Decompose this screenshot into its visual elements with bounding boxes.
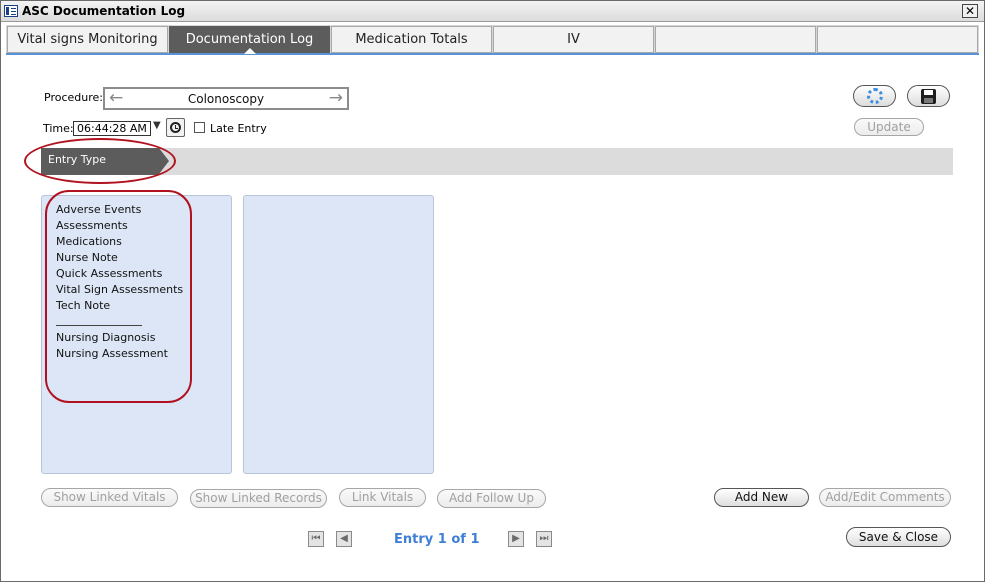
title-bar: ASC Documentation Log ✕ (1, 1, 984, 22)
list-divider (56, 314, 183, 330)
arrow-right-icon[interactable]: → (329, 90, 343, 107)
last-entry-button[interactable]: ⏭ (536, 531, 552, 547)
list-item-tech-note[interactable]: Tech Note (56, 298, 183, 314)
procedure-selector: ← Colonoscopy → (103, 87, 349, 110)
tab-vital-signs-monitoring[interactable]: Vital signs Monitoring (7, 26, 168, 53)
show-linked-vitals-button[interactable]: Show Linked Vitals (41, 488, 178, 507)
link-vitals-button[interactable]: Link Vitals (339, 488, 426, 507)
tab-medication-totals[interactable]: Medication Totals (331, 26, 492, 53)
first-entry-button[interactable]: ⏮ (308, 531, 324, 547)
app-icon (4, 5, 18, 17)
show-linked-records-button[interactable]: Show Linked Records (190, 489, 327, 508)
entry-type-list-panel: Adverse Events Assessments Medications N… (41, 195, 232, 474)
list-item-nurse-note[interactable]: Nurse Note (56, 250, 183, 266)
add-new-button[interactable]: Add New (714, 488, 809, 507)
tab-iv[interactable]: IV (493, 26, 654, 53)
late-entry-checkbox[interactable] (194, 122, 205, 133)
first-page-icon: ⏮ (311, 533, 321, 544)
spinner-icon (867, 88, 883, 104)
late-entry-label: Late Entry (210, 122, 267, 135)
next-entry-button[interactable]: ▶ (508, 531, 524, 547)
clock-button[interactable] (166, 118, 185, 137)
chevron-down-icon[interactable]: ▼ (153, 120, 161, 131)
procedure-value: Colonoscopy (187, 92, 265, 106)
entry-type-list: Adverse Events Assessments Medications N… (56, 202, 183, 362)
save-close-button[interactable]: Save & Close (846, 527, 951, 547)
tab-blank-1[interactable] (655, 26, 816, 53)
list-item-nursing-assessment[interactable]: Nursing Assessment (56, 346, 183, 362)
list-item-assessments[interactable]: Assessments (56, 218, 183, 234)
close-button[interactable]: ✕ (962, 4, 978, 18)
clock-icon (170, 122, 181, 133)
previous-icon: ◀ (340, 533, 348, 544)
list-item-quick-assessments[interactable]: Quick Assessments (56, 266, 183, 282)
tab-documentation-log[interactable]: Documentation Log (169, 26, 330, 54)
last-page-icon: ⏭ (539, 533, 549, 544)
window-title: ASC Documentation Log (22, 4, 186, 18)
list-item-vital-sign-assessments[interactable]: Vital Sign Assessments (56, 282, 183, 298)
previous-entry-button[interactable]: ◀ (336, 531, 352, 547)
entry-type-strip: Entry Type (41, 148, 953, 175)
tab-blank-2[interactable] (817, 26, 978, 53)
arrow-left-icon[interactable]: ← (109, 90, 123, 107)
list-item-adverse-events[interactable]: Adverse Events (56, 202, 183, 218)
tab-bar: Vital signs Monitoring Documentation Log… (6, 25, 979, 55)
add-follow-up-button[interactable]: Add Follow Up (437, 489, 546, 508)
time-label: Time: (43, 122, 74, 135)
update-button[interactable]: Update (854, 118, 924, 136)
procedure-label: Procedure: (44, 91, 103, 104)
add-edit-comments-button[interactable]: Add/Edit Comments (819, 488, 951, 507)
floppy-disk-icon (921, 89, 936, 104)
entry-subtype-panel (243, 195, 434, 474)
save-button[interactable] (907, 85, 950, 107)
entry-counter: Entry 1 of 1 (394, 532, 480, 547)
list-item-medications[interactable]: Medications (56, 234, 183, 250)
refresh-button[interactable] (853, 85, 896, 107)
list-item-nursing-diagnosis[interactable]: Nursing Diagnosis (56, 330, 183, 346)
time-field[interactable]: 06:44:28 AM (73, 121, 151, 136)
entry-type-tab[interactable]: Entry Type (41, 148, 169, 175)
asc-documentation-log-window: ASC Documentation Log ✕ Vital signs Moni… (0, 0, 985, 582)
next-icon: ▶ (512, 533, 520, 544)
